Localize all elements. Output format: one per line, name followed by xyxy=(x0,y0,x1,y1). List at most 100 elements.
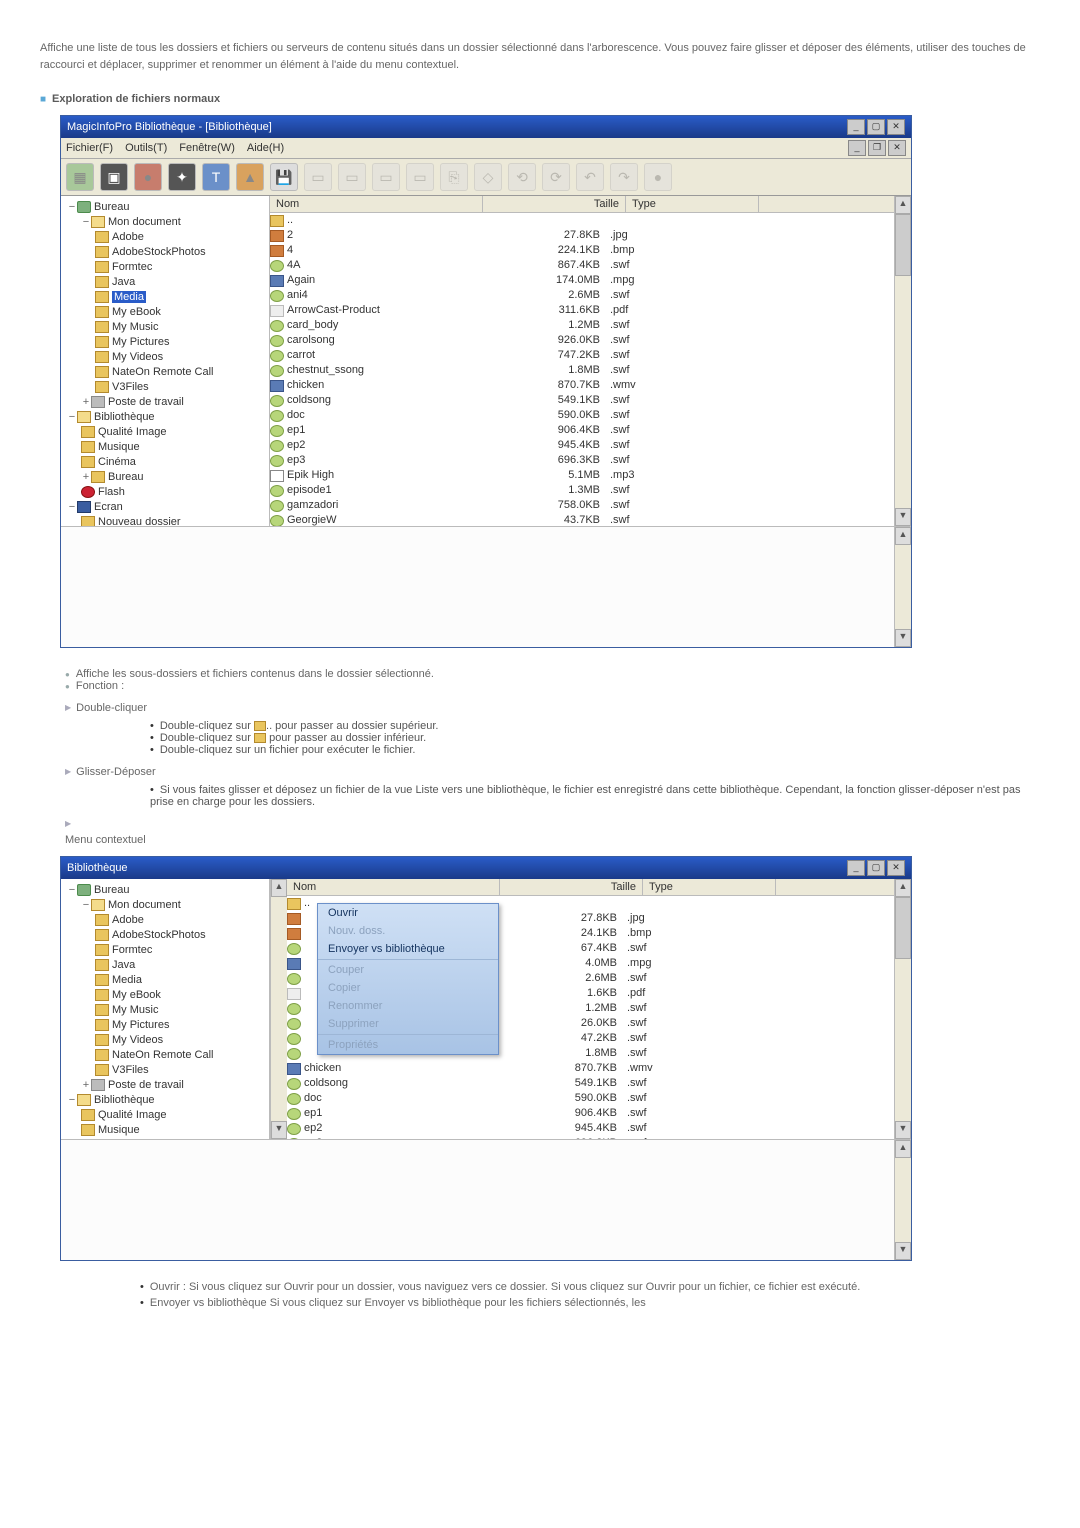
tree-item-selected[interactable]: Media xyxy=(112,291,146,303)
tree-ecran[interactable]: Ecran xyxy=(94,501,123,513)
tree-item[interactable]: My eBook xyxy=(112,306,161,318)
tree-bureau[interactable]: Bureau xyxy=(94,201,129,213)
doc-restore-button[interactable]: ❐ xyxy=(868,140,886,156)
file-row[interactable]: Epik High5.1MB.mp3 xyxy=(270,468,894,483)
file-row[interactable]: doc590.0KB.swf xyxy=(287,1091,894,1106)
file-row[interactable]: ArrowCast-Product311.6KB.pdf xyxy=(270,303,894,318)
tree-item[interactable]: My Videos xyxy=(112,351,163,363)
toolbar-btn-save[interactable]: 💾 xyxy=(270,163,298,191)
tree-item[interactable]: Flash xyxy=(98,486,125,498)
menu-tools[interactable]: Outils(T) xyxy=(125,142,167,154)
scroll-down-button[interactable]: ▼ xyxy=(895,1121,911,1139)
file-row[interactable]: GeorgieW43.7KB.swf xyxy=(270,513,894,526)
toolbar-btn-10[interactable]: ◇ xyxy=(474,163,502,191)
toolbar-btn-3[interactable]: ● xyxy=(134,163,162,191)
toolbar-btn-6[interactable]: ▭ xyxy=(304,163,332,191)
col-header-type[interactable]: Type xyxy=(643,879,776,895)
file-row[interactable]: episode11.3MB.swf xyxy=(270,483,894,498)
minimize-button[interactable]: _ xyxy=(847,860,865,876)
scroll-up-button[interactable]: ▲ xyxy=(895,879,911,897)
folder-tree[interactable]: −Bureau −Mon document Adobe AdobeStockPh… xyxy=(61,879,270,1139)
close-button[interactable]: ✕ xyxy=(887,119,905,135)
file-row[interactable]: ep2945.4KB.swf xyxy=(270,438,894,453)
tree-scrollbar[interactable]: ▲ ▼ xyxy=(270,879,287,1139)
vertical-scrollbar[interactable]: ▲ ▼ xyxy=(894,196,911,526)
toolbar-btn-5[interactable]: ▲ xyxy=(236,163,264,191)
tree-item[interactable]: Java xyxy=(112,959,135,971)
file-row[interactable]: ep1906.4KB.swf xyxy=(287,1106,894,1121)
tree-item[interactable]: AdobeStockPhotos xyxy=(112,246,206,258)
maximize-button[interactable]: ▢ xyxy=(867,860,885,876)
tree-item[interactable]: NateOn Remote Call xyxy=(112,366,214,378)
maximize-button[interactable]: ▢ xyxy=(867,119,885,135)
list-header[interactable]: Nom Taille Type xyxy=(270,196,894,213)
scroll-thumb[interactable] xyxy=(895,214,911,276)
tree-item[interactable]: Bureau xyxy=(108,471,143,483)
close-button[interactable]: ✕ xyxy=(887,860,905,876)
toolbar-btn-8[interactable]: ▭ xyxy=(372,163,400,191)
tree-item[interactable]: My Pictures xyxy=(112,336,169,348)
vertical-scrollbar[interactable]: ▲ ▼ xyxy=(894,879,911,1139)
vertical-scrollbar[interactable]: ▲ ▼ xyxy=(894,1140,911,1260)
scroll-thumb[interactable] xyxy=(895,897,911,959)
tree-item[interactable]: Nouveau dossier xyxy=(98,516,181,526)
tree-item[interactable]: Musique xyxy=(98,441,140,453)
tree-item[interactable]: My Music xyxy=(112,1004,158,1016)
col-header-name[interactable]: Nom xyxy=(287,879,500,895)
col-header-name[interactable]: Nom xyxy=(270,196,483,212)
file-row[interactable]: .. xyxy=(270,213,894,228)
toolbar-btn-undo[interactable]: ↶ xyxy=(576,163,604,191)
titlebar[interactable]: MagicInfoPro Bibliothèque - [Bibliothèqu… xyxy=(61,116,911,138)
col-header-type[interactable]: Type xyxy=(626,196,759,212)
context-menu[interactable]: Ouvrir Nouv. doss. Envoyer vs bibliothèq… xyxy=(317,903,499,1055)
doc-close-button[interactable]: ✕ xyxy=(888,140,906,156)
col-header-size[interactable]: Taille xyxy=(483,196,626,212)
scroll-up-button[interactable]: ▲ xyxy=(895,1140,911,1158)
file-row[interactable]: ep2945.4KB.swf xyxy=(287,1121,894,1136)
tree-poste[interactable]: Poste de travail xyxy=(108,396,184,408)
tree-item[interactable]: NateOn Remote Call xyxy=(112,1049,214,1061)
tree-item[interactable]: Cinéma xyxy=(98,456,136,468)
vertical-scrollbar[interactable]: ▲ ▼ xyxy=(894,527,911,647)
scroll-up-button[interactable]: ▲ xyxy=(895,527,911,545)
toolbar-btn-4[interactable]: ✦ xyxy=(168,163,196,191)
tree-item[interactable]: V3Files xyxy=(112,1064,149,1076)
file-row[interactable]: carolsong926.0KB.swf xyxy=(270,333,894,348)
tree-item[interactable]: Musique xyxy=(98,1124,140,1136)
file-row[interactable]: chicken870.7KB.wmv xyxy=(287,1061,894,1076)
list-header[interactable]: Nom Taille Type xyxy=(287,879,894,896)
toolbar-btn-9[interactable]: ▭ xyxy=(406,163,434,191)
tree-item[interactable]: Qualité Image xyxy=(98,426,166,438)
tree-bureau[interactable]: Bureau xyxy=(94,884,129,896)
minimize-button[interactable]: _ xyxy=(847,119,865,135)
toolbar-btn-1[interactable]: ▦ xyxy=(66,163,94,191)
file-row[interactable]: 4224.1KB.bmp xyxy=(270,243,894,258)
toolbar-btn-redo[interactable]: ↷ xyxy=(610,163,638,191)
file-row[interactable]: 4A867.4KB.swf xyxy=(270,258,894,273)
toolbar-btn-2[interactable]: ▣ xyxy=(100,163,128,191)
toolbar-btn-text[interactable]: T xyxy=(202,163,230,191)
file-row[interactable]: coldsong549.1KB.swf xyxy=(287,1076,894,1091)
file-row[interactable]: chicken870.7KB.wmv xyxy=(270,378,894,393)
menu-file[interactable]: Fichier(F) xyxy=(66,142,113,154)
tree-item[interactable]: Adobe xyxy=(112,231,144,243)
tree-item[interactable]: Media xyxy=(112,974,142,986)
file-row[interactable]: 227.8KB.jpg xyxy=(270,228,894,243)
file-row[interactable]: doc590.0KB.swf xyxy=(270,408,894,423)
file-list[interactable]: Nom Taille Type ..27.8KB.jpg24.1KB.bmp67… xyxy=(287,879,894,1139)
folder-tree[interactable]: −Bureau −Mon document Adobe AdobeStockPh… xyxy=(61,196,270,526)
tree-mydoc[interactable]: Mon document xyxy=(108,899,181,911)
tree-biblio[interactable]: Bibliothèque xyxy=(94,1094,155,1106)
tree-item[interactable]: My Pictures xyxy=(112,1019,169,1031)
scroll-down-button[interactable]: ▼ xyxy=(895,508,911,526)
tree-item[interactable]: My eBook xyxy=(112,989,161,1001)
menu-help[interactable]: Aide(H) xyxy=(247,142,284,154)
file-list[interactable]: Nom Taille Type ..227.8KB.jpg4224.1KB.bm… xyxy=(270,196,894,526)
toolbar-btn-stop[interactable]: ● xyxy=(644,163,672,191)
tree-item[interactable]: Formtec xyxy=(112,261,152,273)
ctx-open[interactable]: Ouvrir xyxy=(318,904,498,922)
tree-item[interactable]: Java xyxy=(112,276,135,288)
file-row[interactable]: gamzadori758.0KB.swf xyxy=(270,498,894,513)
ctx-send-library[interactable]: Envoyer vs bibliothèque xyxy=(318,940,498,958)
file-row[interactable]: ep3696.3KB.swf xyxy=(270,453,894,468)
